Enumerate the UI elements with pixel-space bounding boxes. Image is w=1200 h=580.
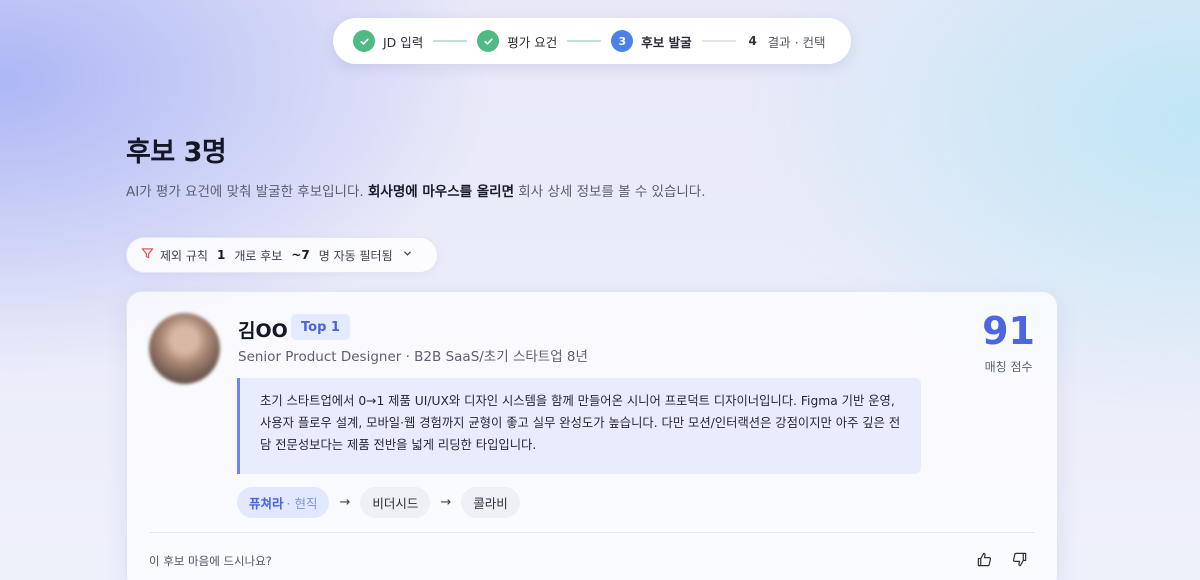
- filter-icon: [141, 247, 154, 263]
- match-score: 91 매칭 점수: [982, 312, 1035, 375]
- step-number: 4: [748, 34, 757, 48]
- thumbs-up-button[interactable]: [973, 550, 995, 572]
- progress-stepper: JD 입력 평가 요건 3 후보 발굴 4 결과 · 컨택: [333, 18, 851, 64]
- step-label: JD 입력: [383, 34, 424, 50]
- step-connector: [433, 40, 468, 42]
- company-chip-current[interactable]: 퓨쳐라 · 현직: [237, 487, 330, 518]
- company-name: 퓨쳐라: [249, 496, 284, 511]
- arrow-right-icon: →: [339, 495, 351, 510]
- step-eval-criteria[interactable]: 평가 요건: [477, 30, 557, 52]
- filtered-count: ~7: [291, 248, 310, 262]
- thumbs-down-icon: [1011, 551, 1028, 572]
- check-icon: [477, 30, 500, 52]
- divider: [149, 532, 1035, 533]
- current-tag: · 현직: [286, 496, 318, 511]
- thumbs-up-icon: [976, 551, 993, 572]
- filter-text: 제외 규칙: [160, 248, 208, 263]
- subtitle-text: 회사 상세 정보를 볼 수 있습니다.: [514, 184, 706, 200]
- company-chip[interactable]: 비더시드: [360, 487, 431, 518]
- candidate-role: Senior Product Designer · B2B SaaS/초기 스타…: [238, 349, 588, 365]
- score-value: 91: [982, 309, 1035, 353]
- exclusion-filter-toggle[interactable]: 제외 규칙 1 개로 후보 ~7 명 자동 필터됨: [126, 237, 438, 273]
- candidate-name: 김OO: [238, 320, 288, 342]
- rank-badge: Top 1: [291, 314, 350, 340]
- rule-count: 1: [216, 248, 226, 262]
- career-path: 퓨쳐라 · 현직 → 비더시드 → 콜라비: [237, 487, 520, 518]
- check-icon: [353, 30, 375, 52]
- filter-text: 개로 후보: [234, 248, 283, 263]
- step-candidate-discovery[interactable]: 3 후보 발굴: [611, 30, 692, 52]
- score-label: 매칭 점수: [984, 360, 1033, 374]
- avatar: [149, 313, 220, 384]
- page-subtitle: AI가 평가 요건에 맞춰 발굴한 후보입니다. 회사명에 마우스를 올리면 회…: [126, 180, 706, 200]
- filter-text: 명 자동 필터됨: [318, 248, 393, 263]
- chevron-down-icon: [403, 249, 412, 261]
- candidate-summary: 초기 스타트업에서 0→1 제품 UI/UX와 디자인 시스템을 함께 만들어온…: [237, 378, 921, 474]
- step-label: 평가 요건: [507, 34, 558, 50]
- candidate-card[interactable]: 김OO Top 1 Senior Product Designer · B2B …: [126, 291, 1058, 580]
- step-connector: [567, 40, 602, 42]
- step-label: 결과 · 컨택: [767, 34, 826, 50]
- subtitle-emphasis: 회사명에 마우스를 올리면: [367, 184, 515, 200]
- feedback-question: 이 후보 마음에 드시나요?: [149, 554, 272, 568]
- step-label: 후보 발굴: [641, 34, 692, 50]
- arrow-right-icon: →: [440, 495, 452, 510]
- step-number: 3: [611, 30, 634, 52]
- page-title: 후보 3명: [126, 137, 227, 168]
- company-chip[interactable]: 콜라비: [461, 487, 520, 518]
- step-connector: [701, 40, 736, 42]
- thumbs-down-button[interactable]: [1008, 550, 1030, 572]
- subtitle-text: AI가 평가 요건에 맞춰 발굴한 후보입니다.: [126, 184, 368, 200]
- step-jd-input[interactable]: JD 입력: [353, 30, 423, 52]
- step-results-contact[interactable]: 4 결과 · 컨택: [746, 30, 826, 52]
